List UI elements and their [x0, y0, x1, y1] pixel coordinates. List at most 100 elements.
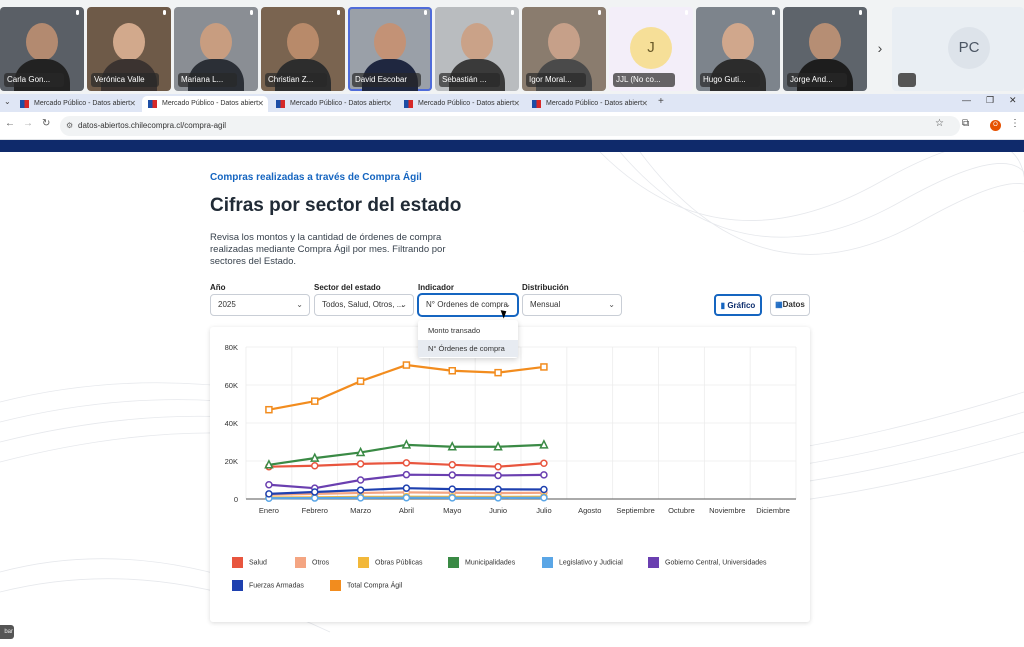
legend-item[interactable]: Otros	[295, 557, 329, 568]
sector-select[interactable]: Todos, Salud, Otros, ... ⌄	[314, 294, 414, 316]
participant-tile[interactable]: J JJL (No co...	[609, 7, 693, 91]
data-point	[311, 494, 319, 502]
forward-icon[interactable]: →	[23, 118, 33, 129]
close-icon[interactable]: ✕	[641, 96, 648, 112]
legend-label: Gobierno Central, Universidades	[665, 559, 767, 567]
option-ordenes-de-compra[interactable]: N° Órdenes de compra	[418, 340, 518, 357]
series-line	[268, 363, 545, 411]
data-point	[311, 397, 319, 405]
favicon-icon	[276, 100, 285, 108]
restore-icon[interactable]: ❐	[986, 95, 994, 106]
site-header-bar	[0, 140, 1024, 152]
year-select[interactable]: 2025 ⌄	[210, 294, 310, 316]
participant-tile[interactable]: Igor Moral...	[522, 7, 606, 91]
participant-tile[interactable]: Hugo Guti...	[696, 7, 780, 91]
legend-swatch	[358, 557, 369, 568]
distribution-filter-label: Distribución	[522, 283, 569, 292]
mic-muted-icon	[857, 10, 864, 18]
legend-item[interactable]: Gobierno Central, Universidades	[648, 557, 767, 568]
site-info-icon[interactable]: ⚙	[66, 116, 73, 136]
close-icon[interactable]: ✕	[129, 96, 136, 112]
data-point	[356, 476, 365, 484]
data-point	[311, 462, 319, 470]
legend-label: Salud	[249, 559, 267, 567]
data-point	[402, 459, 411, 467]
browser-tab-active[interactable]: Mercado Público - Datos abiert ✕	[142, 96, 268, 112]
legend-label: Total Compra Ágil	[347, 582, 403, 590]
participant-tile[interactable]: Christian Z...	[261, 7, 345, 91]
x-tick-label: Marzo	[350, 506, 371, 515]
participant-tile[interactable]: Jorge And...	[783, 7, 867, 91]
legend-swatch	[542, 557, 553, 568]
data-point	[402, 470, 411, 479]
browser-tab[interactable]: Mercado Público - Datos abiert ✕	[526, 96, 652, 112]
data-point	[494, 462, 502, 471]
legend-swatch	[648, 557, 659, 568]
option-monto-transado[interactable]: Monto transado	[418, 322, 518, 339]
chart-view-button[interactable]: ▮ Gráfico	[714, 294, 762, 316]
participant-name: Sebastián ...	[439, 73, 501, 87]
x-tick-label: Junio	[489, 506, 507, 515]
legend-item[interactable]: Salud	[232, 557, 267, 568]
url-text: datos-abiertos.chilecompra.cl/compra-agi…	[78, 121, 227, 130]
close-icon[interactable]: ✕	[257, 96, 264, 112]
chevron-right-icon[interactable]: ›	[872, 40, 888, 56]
self-tile[interactable]: PC	[892, 7, 1024, 91]
data-point	[448, 471, 456, 479]
close-window-icon[interactable]: ✕	[1009, 95, 1017, 106]
participant-tile[interactable]: Verónica Valle	[87, 7, 171, 91]
indicator-dropdown-menu: Monto transado N° Órdenes de compra	[418, 320, 518, 358]
data-point	[264, 459, 274, 469]
back-icon[interactable]: ←	[5, 118, 15, 129]
new-tab-icon[interactable]: +	[658, 96, 664, 107]
data-point	[355, 446, 366, 457]
chevron-down-icon: ⌄	[400, 300, 407, 309]
menu-icon[interactable]: ⋮	[1010, 118, 1020, 129]
participant-tile[interactable]: Sebastián ...	[435, 7, 519, 91]
participant-name: Verónica Valle	[91, 73, 159, 87]
close-icon[interactable]: ✕	[385, 96, 392, 112]
legend-item[interactable]: Total Compra Ágil	[330, 580, 402, 591]
legend-item[interactable]: Legislativo y Judicial	[542, 557, 623, 568]
mic-muted-icon	[161, 10, 168, 18]
participant-tile-active-speaker[interactable]: David Escobar	[348, 7, 432, 91]
x-tick-label: Enero	[259, 506, 279, 515]
browser-toolbar: ← → ↻ ⚙ datos-abiertos.chilecompra.cl/co…	[0, 112, 1024, 140]
participant-tile[interactable]: Carla Gon...	[0, 7, 84, 91]
distribution-select[interactable]: Mensual ⌄	[522, 294, 622, 316]
x-tick-label: Noviembre	[709, 506, 745, 515]
extensions-icon[interactable]: ⧉	[962, 118, 969, 129]
data-point	[265, 405, 273, 414]
browser-tab[interactable]: Mercado Público - Datos abiert ✕	[270, 96, 396, 112]
legend-item[interactable]: Fuerzas Armadas	[232, 580, 304, 591]
browser-tab[interactable]: Mercado Público - Datos abiert ✕	[398, 96, 524, 112]
close-icon[interactable]: ✕	[513, 96, 520, 112]
data-point	[448, 461, 456, 469]
participant-name: David Escobar	[352, 73, 422, 87]
favicon-icon	[404, 100, 413, 108]
side-panel-tab[interactable]: bar	[0, 625, 14, 639]
legend-label: Municipalidades	[465, 559, 516, 567]
section-eyebrow: Compras realizadas a través de Compra Ág…	[210, 172, 422, 183]
participant-tile[interactable]: Mariana L...	[174, 7, 258, 91]
bookmark-star-icon[interactable]: ☆	[935, 118, 944, 129]
tab-search-icon[interactable]: ⌄	[4, 97, 11, 106]
legend-label: Fuerzas Armadas	[249, 582, 304, 590]
reload-icon[interactable]: ↻	[42, 118, 50, 129]
favicon-icon	[532, 100, 541, 108]
legend-item[interactable]: Municipalidades	[448, 557, 515, 568]
mic-muted-icon[interactable]	[898, 73, 916, 87]
participant-name: Mariana L...	[178, 73, 238, 87]
mic-muted-icon	[335, 10, 342, 18]
browser-tab[interactable]: Mercado Público - Datos abiert ✕	[14, 96, 140, 112]
x-tick-label: Febrero	[302, 506, 328, 515]
year-filter-label: Año	[210, 283, 226, 292]
mic-muted-icon	[596, 10, 603, 18]
address-bar[interactable]: ⚙ datos-abiertos.chilecompra.cl/compra-a…	[60, 116, 960, 136]
minimize-icon[interactable]: —	[962, 95, 971, 105]
legend-item[interactable]: Obras Públicas	[358, 557, 422, 568]
data-view-button[interactable]: ▦Datos	[770, 294, 810, 316]
data-point	[310, 452, 320, 462]
data-point	[493, 441, 503, 451]
profile-avatar[interactable]: O	[990, 120, 1001, 131]
